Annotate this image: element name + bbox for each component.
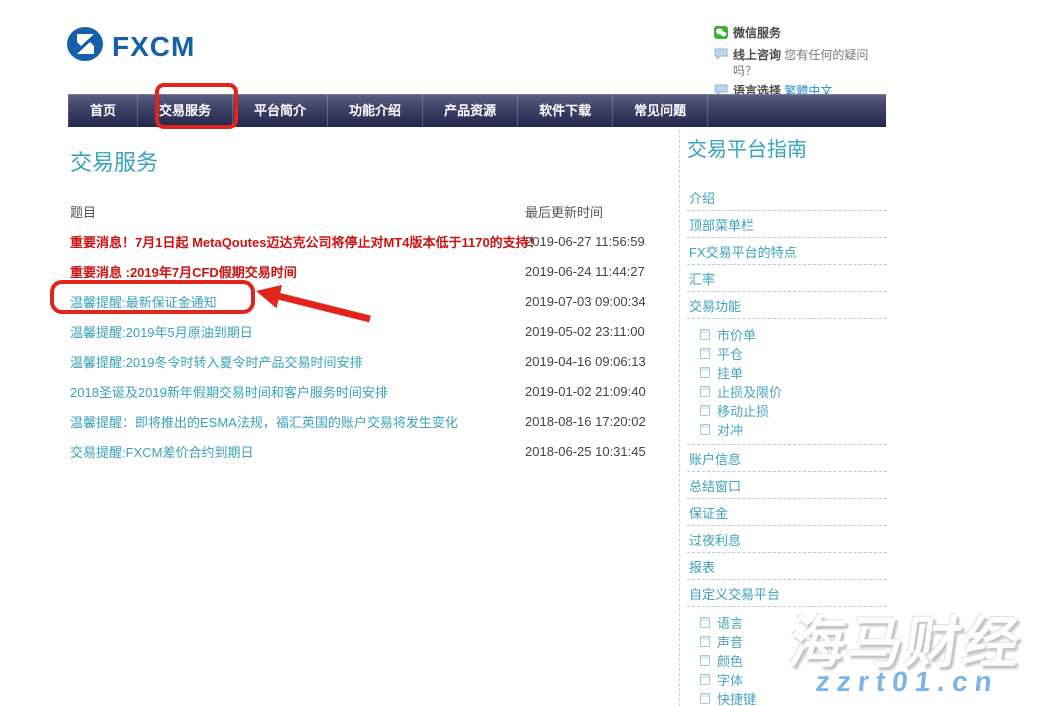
sidebar-item-summary-window[interactable]: 总结窗口 [687,472,887,499]
online-chat-text: 线上咨询 您有任何的疑问吗？ [733,47,884,79]
sidebar-divider [679,130,680,706]
sidebar-item-reports[interactable]: 报表 [687,553,887,580]
nav-item-features[interactable]: 功能介绍 [328,95,423,127]
news-date: 2018-08-16 17:20:02 [525,414,646,429]
nav-item-platform-intro[interactable]: 平台简介 [233,95,328,127]
document-icon [700,367,710,378]
table-row: 交易提醒:FXCM差价合约到期日 2018-06-25 10:31:45 [70,436,670,466]
sidebar-subitem-market-order[interactable]: 市价单 [687,325,887,344]
fxcm-logo[interactable]: FXCM [66,26,195,67]
sidebar-group-trading-functions: 市价单 平仓 挂单 止损及限价 移动止损 对冲 [687,319,887,445]
news-date: 2019-04-16 09:06:13 [525,354,646,369]
nav-item-faq[interactable]: 常见问题 [613,95,708,127]
table-row: 2018圣诞及2019新年假期交易时间和客户服务时间安排 2019-01-02 … [70,376,670,406]
news-link[interactable]: 重要消息 :2019年7月CFD假期交易时间 [70,262,297,281]
chat-bubble-icon [714,48,728,64]
subitem-label: 声音 [717,632,743,651]
subitem-label: 止损及限价 [717,382,782,401]
news-date: 2019-01-02 21:09:40 [525,384,646,399]
news-list: 重要消息！7月1日起 MetaQoutes迈达克公司将停止对MT4版本低于117… [70,226,670,466]
document-icon [700,329,710,340]
table-row-margin-notice: 温馨提醒:最新保证金通知 2019-07-03 09:00:34 [70,286,670,316]
news-date: 2019-06-24 11:44:27 [525,264,645,279]
column-header-updated: 最后更新时间 [525,202,603,221]
subitem-label: 移动止损 [717,401,769,420]
sidebar-subitem-hedging[interactable]: 对冲 [687,420,887,439]
news-link-margin-notice[interactable]: 温馨提醒:最新保证金通知 [70,292,217,311]
subitem-label: 语言 [717,613,743,632]
document-icon [700,674,710,685]
main-content: 交易服务 题目 最后更新时间 重要消息！7月1日起 MetaQoutes迈达克公… [70,150,670,466]
subitem-label: 市价单 [717,325,756,344]
subitem-label: 挂单 [717,363,743,382]
watermark-url: zzrt01.cn [814,666,1000,698]
document-icon [700,693,710,704]
wechat-service-label: 微信服务 [733,25,781,41]
main-nav: 首页 交易服务 平台简介 功能介绍 产品资源 软件下载 常见问题 [68,94,886,127]
nav-item-trading-services[interactable]: 交易服务 [138,95,233,127]
table-row: 重要消息 :2019年7月CFD假期交易时间 2019-06-24 11:44:… [70,256,670,286]
sidebar-item-top-menu[interactable]: 顶部菜单栏 [687,211,887,238]
subitem-label: 快捷键 [717,689,756,706]
nav-item-home[interactable]: 首页 [68,95,138,127]
document-icon [700,405,710,416]
news-link[interactable]: 重要消息！7月1日起 MetaQoutes迈达克公司将停止对MT4版本低于117… [70,232,542,251]
news-link[interactable]: 温馨提醒:2019年5月原油到期日 [70,322,253,341]
table-row: 重要消息！7月1日起 MetaQoutes迈达克公司将停止对MT4版本低于117… [70,226,670,256]
sidebar-subitem-pending-order[interactable]: 挂单 [687,363,887,382]
document-icon [700,424,710,435]
sidebar-item-account-info[interactable]: 账户信息 [687,445,887,472]
news-date: 2019-07-03 09:00:34 [525,294,646,309]
sidebar-item-intro[interactable]: 介绍 [687,184,887,211]
page: FXCM 微信服务 线上咨询 您有任何的疑问吗？ [0,0,1055,706]
sidebar-item-trading-functions[interactable]: 交易功能 [687,292,887,319]
column-header-title: 题目 [70,205,96,220]
table-header: 题目 最后更新时间 [70,202,670,218]
news-link[interactable]: 交易提醒:FXCM差价合约到期日 [70,442,253,461]
news-date: 2019-05-02 23:11:00 [525,324,645,339]
subitem-label: 对冲 [717,420,743,439]
sidebar-item-rates[interactable]: 汇率 [687,265,887,292]
sidebar-item-overnight-interest[interactable]: 过夜利息 [687,526,887,553]
table-row: 温馨提醒:2019年5月原油到期日 2019-05-02 23:11:00 [70,316,670,346]
sidebar-subitem-stop-limit[interactable]: 止损及限价 [687,382,887,401]
subitem-label: 平仓 [717,344,743,363]
sidebar-subitem-trailing-stop[interactable]: 移动止损 [687,401,887,420]
sidebar-subitem-close-position[interactable]: 平仓 [687,344,887,363]
header-quick-links: 微信服务 线上咨询 您有任何的疑问吗？ 语言选择 繁體中文 [714,25,884,104]
document-icon [700,348,710,359]
sidebar-title: 交易平台指南 [687,133,887,162]
subitem-label: 字体 [717,670,743,689]
subitem-label: 颜色 [717,651,743,670]
sidebar-item-margin[interactable]: 保证金 [687,499,887,526]
fxcm-logo-text: FXCM [112,31,195,63]
document-icon [700,386,710,397]
fxcm-logo-mark-icon [66,26,106,67]
table-row: 温馨提醒：即将推出的ESMA法规，福汇英国的账户交易将发生变化 2018-08-… [70,406,670,436]
wechat-icon [714,26,728,43]
wechat-service-link[interactable]: 微信服务 [714,25,884,43]
document-icon [700,636,710,647]
nav-item-product-resources[interactable]: 产品资源 [423,95,518,127]
document-icon [700,655,710,666]
news-date: 2019-06-27 11:56:59 [525,234,645,249]
news-link[interactable]: 2018圣诞及2019新年假期交易时间和客户服务时间安排 [70,382,388,401]
nav-item-software-download[interactable]: 软件下载 [518,95,613,127]
news-link[interactable]: 温馨提醒：即将推出的ESMA法规，福汇英国的账户交易将发生变化 [70,412,458,431]
online-chat-label: 线上咨询 [733,48,781,62]
page-title: 交易服务 [70,150,670,176]
sidebar-item-fx-platform-features[interactable]: FX交易平台的特点 [687,238,887,265]
table-row: 温馨提醒:2019冬令时转入夏令时产品交易时间安排 2019-04-16 09:… [70,346,670,376]
news-date: 2018-06-25 10:31:45 [525,444,646,459]
document-icon [700,617,710,628]
news-link[interactable]: 温馨提醒:2019冬令时转入夏令时产品交易时间安排 [70,352,363,371]
online-chat-link[interactable]: 线上咨询 您有任何的疑问吗？ [714,47,884,79]
